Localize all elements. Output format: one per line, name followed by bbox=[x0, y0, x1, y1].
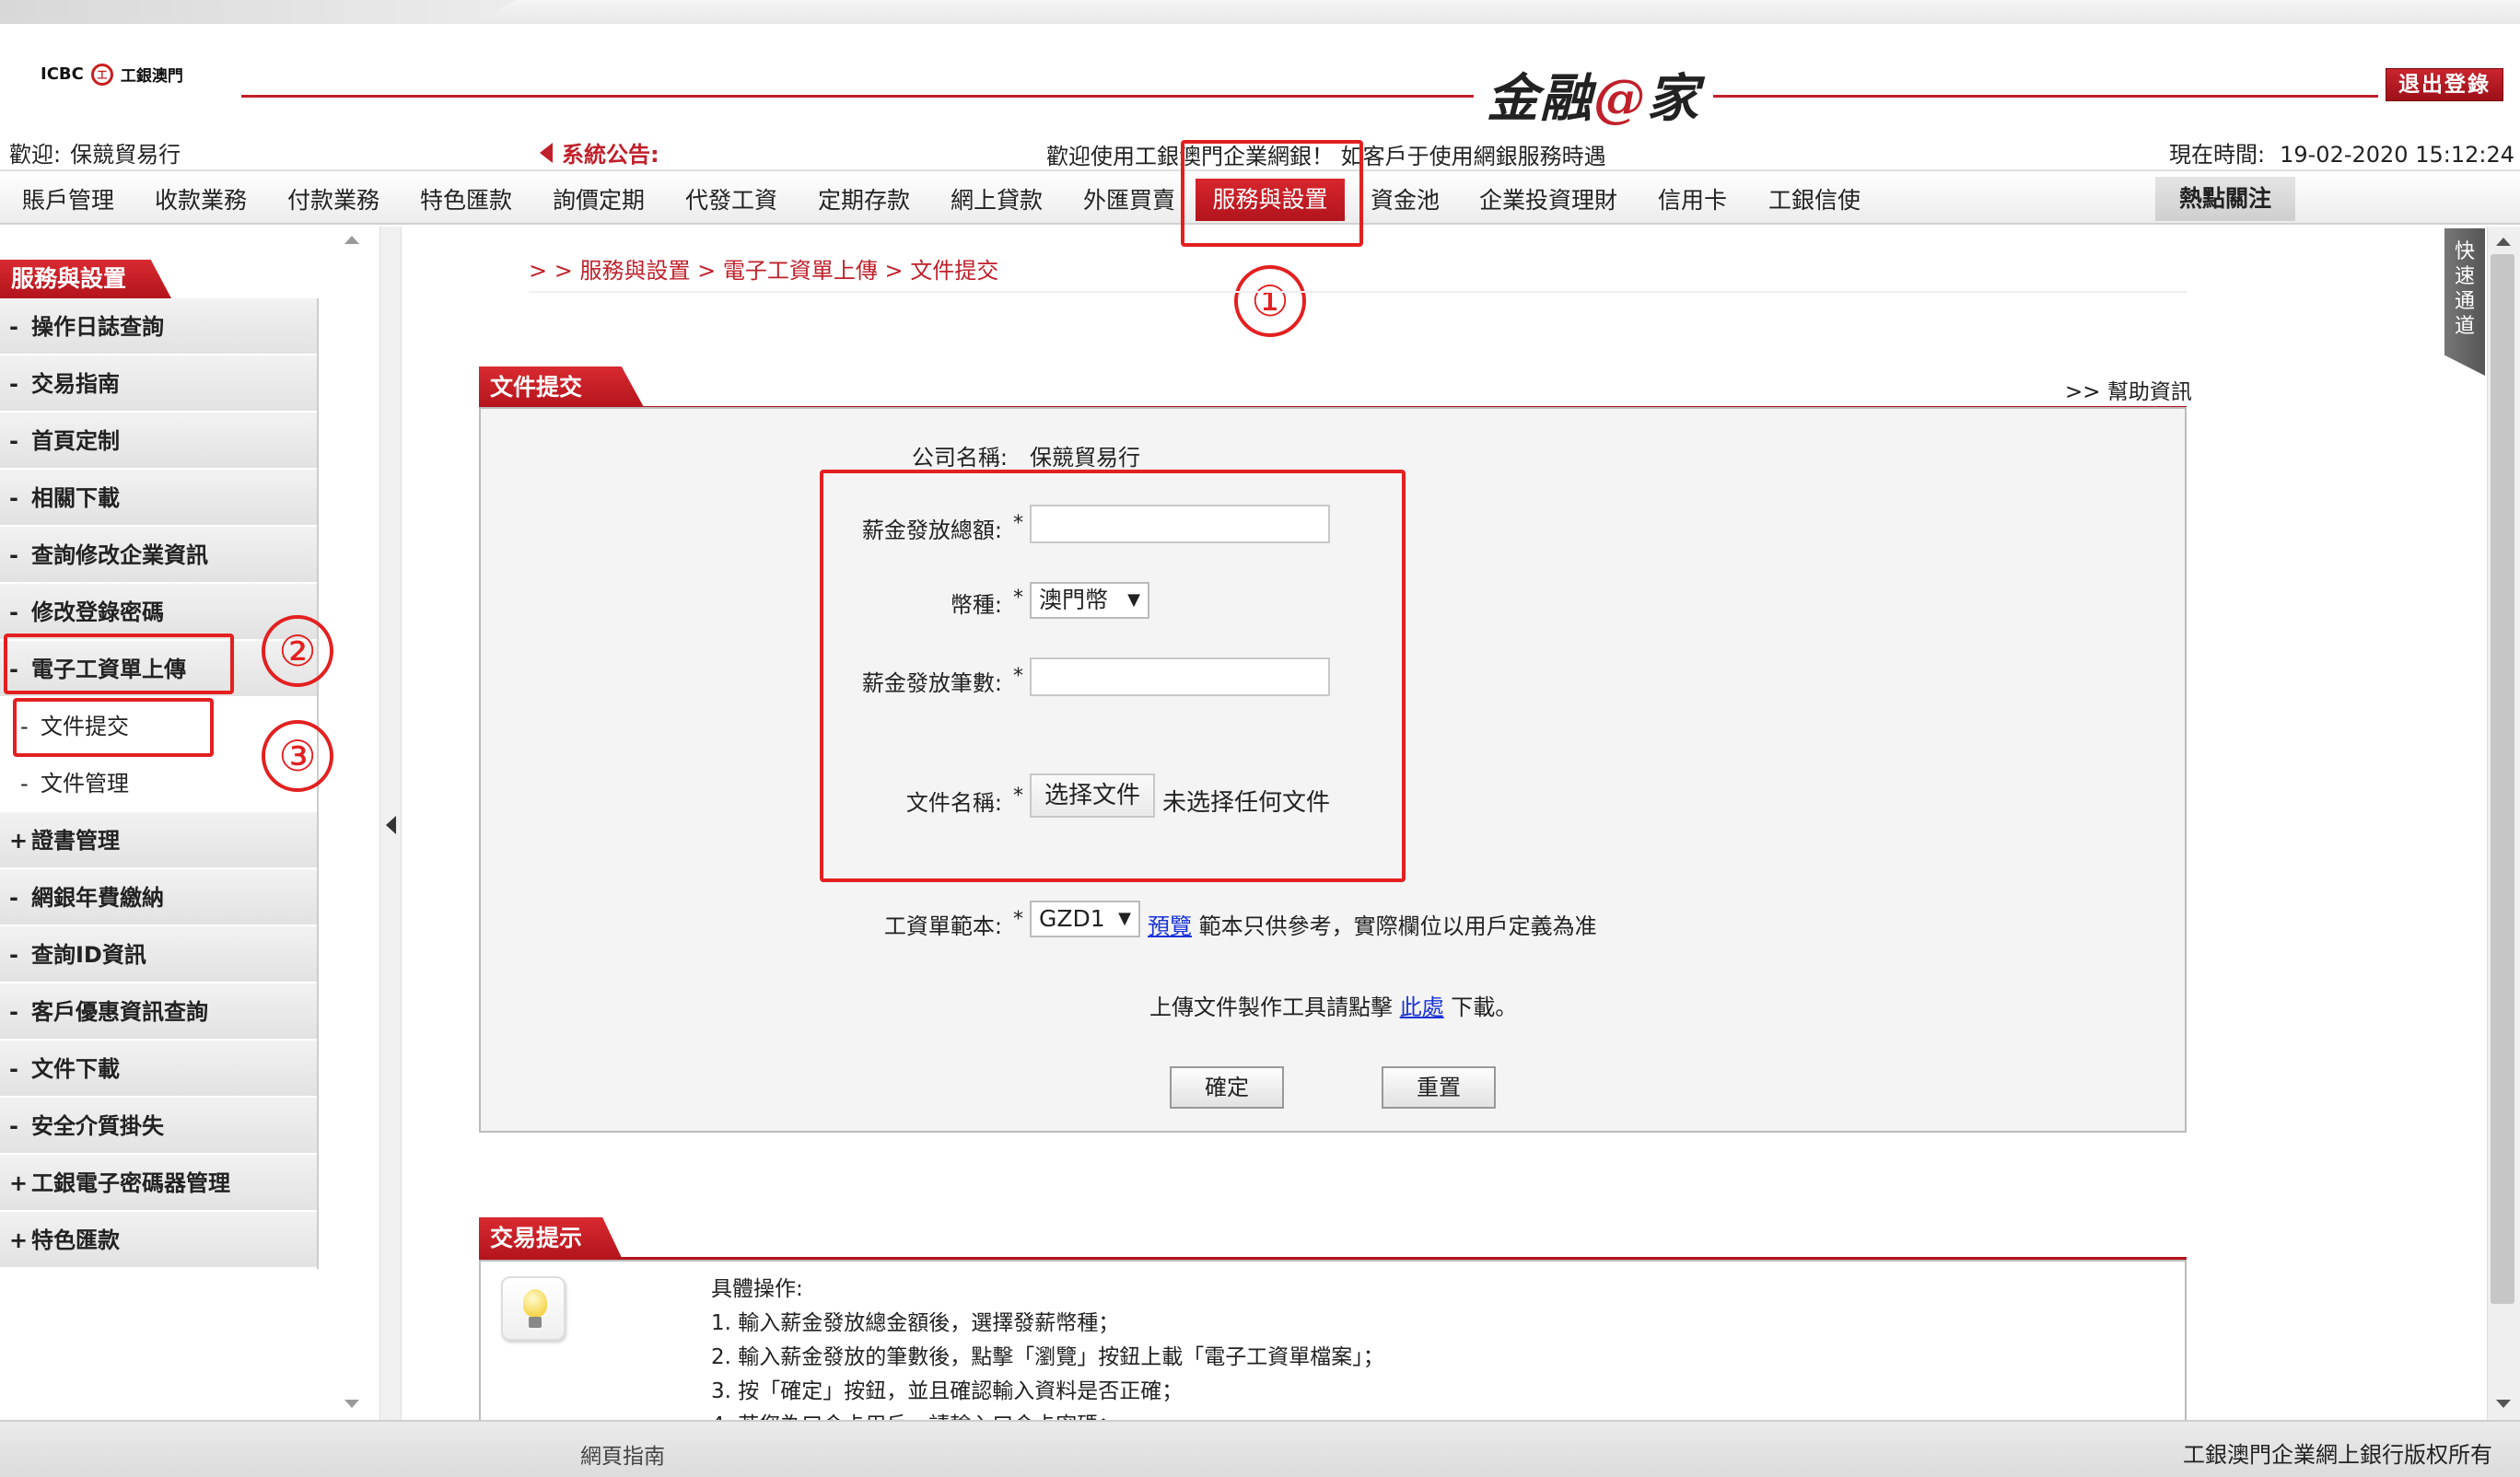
sidebar-item-trade-guide[interactable]: - 交易指南 bbox=[0, 355, 317, 413]
sidebar-item-annual-fee[interactable]: - 網銀年費繳納 bbox=[0, 869, 317, 926]
breadcrumb: > > 服務與設置 > 電子工資單上傳 > 文件提交 bbox=[529, 258, 999, 284]
nav-icbc-messenger[interactable]: 工銀信使 bbox=[1768, 182, 1861, 215]
speaker-icon bbox=[540, 142, 553, 163]
breadcrumb-divider bbox=[529, 291, 2187, 293]
form-section-title: 文件提交 bbox=[479, 366, 645, 409]
company-name-label: 公司名稱: bbox=[911, 445, 1008, 471]
salary-total-input[interactable] bbox=[1030, 505, 1330, 543]
quick-access-tab[interactable]: 快速通道 bbox=[2444, 228, 2485, 376]
nav-credit-card[interactable]: 信用卡 bbox=[1658, 182, 1727, 215]
sidebar-title: 服務與設置 bbox=[0, 260, 171, 298]
logout-button[interactable]: 退出登錄 bbox=[2386, 68, 2503, 101]
welcome-company: 保競貿易行 bbox=[70, 142, 181, 168]
sidebar-item-offers[interactable]: - 客戶優惠資訊查詢 bbox=[0, 983, 317, 1041]
scroll-down-icon[interactable] bbox=[2496, 1400, 2511, 1408]
logo-text-cn: 工銀澳門 bbox=[120, 67, 183, 86]
annotation-number-3: ③ bbox=[262, 720, 333, 792]
help-link[interactable]: >> 幫助資訊 bbox=[2065, 374, 2192, 405]
required-mark: * bbox=[1013, 908, 1023, 931]
required-mark: * bbox=[1013, 587, 1023, 610]
upload-tool-text: 上傳文件製作工具請點擊 此處 下載。 bbox=[1149, 994, 1518, 1020]
dropdown-arrow-icon: ▼ bbox=[1127, 590, 1140, 610]
currency-select[interactable]: 澳門幣 ▼ bbox=[1030, 582, 1149, 619]
sidebar-item-homepage-custom[interactable]: - 首頁定制 bbox=[0, 413, 317, 470]
currency-label: 幣種: bbox=[950, 592, 1002, 618]
scroll-up-icon[interactable] bbox=[2496, 238, 2511, 246]
tips-section-title: 交易提示 bbox=[479, 1217, 623, 1260]
logo-text-en: ICBC bbox=[41, 64, 84, 84]
required-mark: * bbox=[1013, 785, 1023, 808]
sidebar-item-downloads[interactable]: - 相關下載 bbox=[0, 470, 317, 527]
system-notice-marquee: 歡迎使用工銀澳門企業網銀！ 如客戶于使用網銀服務時遇 bbox=[1046, 144, 1606, 169]
current-time: 現在時間: 19-02-2020 15:12:24 bbox=[2169, 142, 2514, 168]
required-mark: * bbox=[1013, 665, 1023, 688]
annotation-number-1: ① bbox=[1234, 265, 1306, 337]
icbc-logo: ICBC 工 工銀澳門 bbox=[41, 63, 183, 86]
required-mark: * bbox=[1013, 512, 1023, 535]
brand-divider bbox=[241, 95, 2378, 98]
main-nav: 賬戶管理 收款業務 付款業務 特色匯款 詢價定期 代發工資 定期存款 網上貸款 … bbox=[0, 169, 2520, 225]
nav-investment[interactable]: 企業投資理財 bbox=[1479, 182, 1617, 215]
template-note: 預覽 範本只供參考，實際欄位以用戶定義為准 bbox=[1148, 913, 1597, 939]
sidebar-item-report-loss[interactable]: - 安全介質掛失 bbox=[0, 1098, 317, 1155]
file-name-label: 文件名稱: bbox=[905, 790, 1002, 816]
sidebar-item-operation-log[interactable]: - 操作日誌查詢 bbox=[0, 298, 317, 355]
scrollbar-thumb[interactable] bbox=[2491, 254, 2514, 1304]
nav-services-settings[interactable]: 服務與設置 bbox=[1196, 179, 1345, 221]
sidebar-scroll-up-icon[interactable] bbox=[344, 236, 359, 244]
nav-cash-pool[interactable]: 資金池 bbox=[1371, 182, 1440, 215]
preview-link[interactable]: 預覽 bbox=[1148, 913, 1192, 939]
system-notice-label: 系統公告: bbox=[540, 136, 659, 169]
nav-payroll[interactable]: 代發工資 bbox=[685, 182, 777, 215]
salary-count-label: 薪金發放筆數: bbox=[861, 670, 1002, 696]
current-time-value: 19-02-2020 15:12:24 bbox=[2280, 142, 2514, 168]
sidebar-menu: - 操作日誌查詢 - 交易指南 - 首頁定制 - 相關下載 - 查詢修改企業資訊 - 修改登… bbox=[0, 298, 319, 1269]
file-status-text: 未选择任何文件 bbox=[1162, 789, 1331, 817]
sidebar-item-id-info[interactable]: - 查詢ID資訊 bbox=[0, 926, 317, 983]
footer: 網頁指南 工銀澳門企業網上銀行版权所有 bbox=[0, 1420, 2520, 1477]
icbc-seal-icon: 工 bbox=[90, 63, 113, 86]
top-strip bbox=[0, 0, 2520, 24]
reset-button[interactable]: 重置 bbox=[1382, 1066, 1496, 1109]
nav-account-management[interactable]: 賬戶管理 bbox=[22, 182, 114, 215]
nav-featured-remittance[interactable]: 特色匯款 bbox=[420, 182, 512, 215]
brand-title: 金融@家 bbox=[1474, 57, 1713, 132]
tips-text: 具體操作: 1. 輸入薪金發放總金額後，選擇發薪幣種； 2. 輸入薪金發放的筆數… bbox=[711, 1273, 1384, 1422]
nav-quote-deposit[interactable]: 詢價定期 bbox=[553, 182, 645, 215]
welcome-text: 歡迎: 保競貿易行 bbox=[9, 142, 181, 168]
sidebar-item-token-management[interactable]: + 工銀電子密碼器管理 bbox=[0, 1155, 317, 1212]
frame-splitter[interactable] bbox=[379, 227, 402, 1420]
salary-total-label: 薪金發放總額: bbox=[861, 518, 1002, 543]
choose-file-button[interactable]: 选择文件 bbox=[1030, 773, 1155, 818]
sidebar-item-certificates[interactable]: + 證書管理 bbox=[0, 812, 317, 869]
sidebar-item-company-info[interactable]: - 查詢修改企業資訊 bbox=[0, 527, 317, 584]
company-name-value: 保競貿易行 bbox=[1030, 445, 1140, 471]
sidebar-scroll-down-icon[interactable] bbox=[344, 1400, 359, 1408]
footer-copyright: 工銀澳門企業網上銀行版权所有 bbox=[2183, 1442, 2492, 1468]
tips-line: 1. 輸入薪金發放總金額後，選擇發薪幣種； bbox=[711, 1311, 1120, 1335]
sidebar-item-file-download[interactable]: - 文件下載 bbox=[0, 1041, 317, 1098]
collapse-left-icon[interactable] bbox=[386, 816, 396, 834]
template-select[interactable]: GZD1 ▼ bbox=[1030, 901, 1140, 937]
tips-line: 2. 輸入薪金發放的筆數後，點擊「瀏覽」按鈕上載「電子工資單檔案」； bbox=[711, 1345, 1384, 1369]
nav-receipts[interactable]: 收款業務 bbox=[155, 182, 247, 215]
salary-count-input[interactable] bbox=[1030, 657, 1330, 696]
dropdown-arrow-icon: ▼ bbox=[1118, 909, 1131, 928]
nav-forex[interactable]: 外匯買賣 bbox=[1083, 182, 1175, 215]
footer-guide-link[interactable]: 網頁指南 bbox=[580, 1438, 665, 1470]
tips-panel: 具體操作: 1. 輸入薪金發放總金額後，選擇發薪幣種； 2. 輸入薪金發放的筆數… bbox=[479, 1260, 2187, 1422]
lightbulb-icon bbox=[501, 1276, 566, 1341]
template-label: 工資單範本: bbox=[883, 913, 1002, 939]
annotation-number-2: ② bbox=[262, 615, 333, 687]
download-tool-link[interactable]: 此處 bbox=[1400, 994, 1444, 1020]
tips-line: 3. 按「確定」按鈕，並且確認輸入資料是否正確； bbox=[711, 1379, 1184, 1403]
tips-heading: 具體操作: bbox=[711, 1277, 803, 1301]
nav-payments[interactable]: 付款業務 bbox=[287, 182, 379, 215]
nav-online-loan[interactable]: 網上貸款 bbox=[951, 182, 1043, 215]
nav-fixed-deposit[interactable]: 定期存款 bbox=[818, 182, 910, 215]
hot-topics-tab[interactable]: 熱點關注 bbox=[2155, 177, 2295, 221]
confirm-button[interactable]: 確定 bbox=[1170, 1066, 1284, 1109]
sidebar-item-featured-remittance[interactable]: + 特色匯款 bbox=[0, 1212, 317, 1269]
